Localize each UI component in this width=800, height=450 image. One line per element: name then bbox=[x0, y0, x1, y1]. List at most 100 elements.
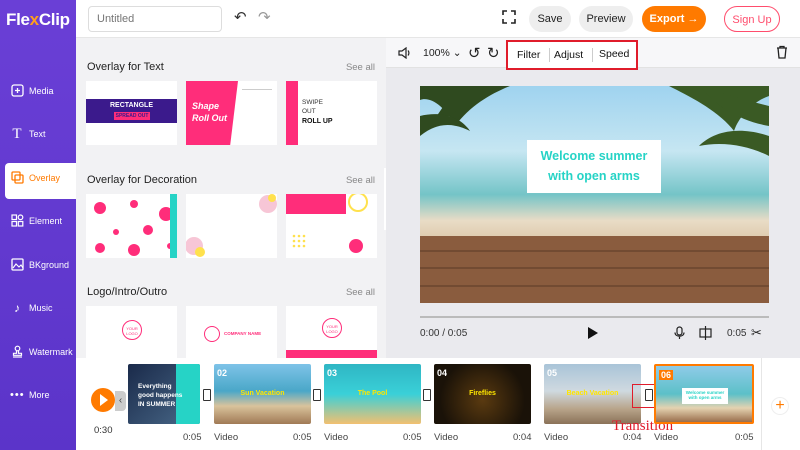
timeline-clip-6-selected[interactable]: 06 Welcome summer with open arms bbox=[654, 364, 754, 424]
trash-icon[interactable] bbox=[776, 45, 788, 62]
clip-title: The Pool bbox=[357, 390, 388, 397]
thumb-text: SPREAD OUT bbox=[114, 112, 150, 120]
sidebar-item-text[interactable]: T Text bbox=[5, 119, 76, 155]
sidebar: FlexClip Media T Text Overlay Element BK… bbox=[0, 0, 76, 450]
divider bbox=[549, 48, 550, 62]
overlay-thumb-shape-roll-out[interactable]: Shape Roll Out bbox=[186, 81, 277, 145]
clip-title: Fireflies bbox=[469, 390, 496, 397]
see-all-link[interactable]: See all bbox=[346, 287, 375, 298]
video-caption-overlay[interactable]: Welcome summer with open arms bbox=[527, 140, 661, 193]
logo-thumb-3[interactable]: YOUR LOGO bbox=[286, 306, 377, 358]
sidebar-item-label: Watermark bbox=[29, 347, 73, 357]
duration-readout: 0:05 bbox=[727, 328, 747, 339]
clip-duration: 0:05 bbox=[183, 432, 202, 443]
element-icon bbox=[10, 214, 24, 228]
time-readout: 0:00 / 0:05 bbox=[420, 328, 468, 339]
see-all-link[interactable]: See all bbox=[346, 175, 375, 186]
timeline-divider bbox=[761, 358, 762, 450]
highlight-box: Filter Adjust Speed bbox=[506, 40, 638, 70]
transition-marker[interactable] bbox=[423, 389, 431, 401]
split-screen-icon[interactable] bbox=[699, 326, 712, 343]
decoration-thumb-dots-pink[interactable] bbox=[86, 194, 177, 258]
plus-icon: + bbox=[775, 397, 785, 414]
clip-type: Video bbox=[544, 432, 569, 443]
timeline-clip-2[interactable]: 02 Sun Vacation bbox=[214, 364, 311, 424]
scissors-icon[interactable]: ✂ bbox=[751, 325, 762, 341]
add-clip-button[interactable]: + bbox=[771, 397, 789, 415]
chevron-down-icon: ⌄ bbox=[449, 47, 462, 59]
clip-type: Video bbox=[324, 432, 349, 443]
clip-duration: 0:05 bbox=[403, 432, 422, 443]
sidebar-item-music[interactable]: ♪ Music bbox=[5, 293, 76, 329]
overlay-icon bbox=[10, 171, 24, 185]
sidebar-item-overlay[interactable]: Overlay bbox=[5, 163, 76, 199]
overlay-thumb-rectangle[interactable]: RECTANGLE SPREAD OUT bbox=[86, 81, 177, 145]
tab-filter[interactable]: Filter bbox=[517, 49, 540, 61]
progress-bar[interactable] bbox=[420, 316, 769, 318]
thumb-text: Shape bbox=[192, 101, 220, 111]
timeline-time: 0:30 bbox=[94, 425, 113, 436]
rotate-right-icon[interactable]: ↻ bbox=[487, 44, 500, 62]
watermark-stamp-icon bbox=[10, 345, 24, 359]
clip-number: 04 bbox=[437, 368, 448, 378]
fullscreen-icon[interactable] bbox=[502, 10, 516, 28]
clip-number: 03 bbox=[327, 368, 338, 378]
volume-icon[interactable] bbox=[398, 46, 411, 62]
sidebar-item-media[interactable]: Media bbox=[5, 76, 76, 112]
transition-marker[interactable] bbox=[313, 389, 321, 401]
export-button[interactable]: Export → bbox=[642, 6, 706, 32]
clip-type: Video bbox=[434, 432, 459, 443]
tab-adjust[interactable]: Adjust bbox=[554, 49, 583, 61]
thumb-logo-text: YOUR LOGO bbox=[322, 318, 342, 338]
project-title-input[interactable] bbox=[88, 6, 222, 32]
sidebar-item-watermark[interactable]: Watermark bbox=[5, 337, 76, 373]
transition-marker[interactable] bbox=[645, 389, 653, 401]
logo-x: x bbox=[29, 10, 39, 29]
decoration-thumb-pink-block[interactable] bbox=[286, 194, 377, 258]
beach-scene-image bbox=[420, 86, 769, 303]
zoom-select[interactable]: 100% ⌄ bbox=[423, 47, 462, 59]
sidebar-item-bkground[interactable]: BKground bbox=[5, 250, 76, 286]
timeline-clip-1[interactable]: Everything good happens IN SUMMER bbox=[128, 364, 200, 424]
microphone-icon[interactable] bbox=[674, 326, 685, 343]
rotate-left-icon[interactable]: ↺ bbox=[468, 44, 481, 62]
video-preview[interactable]: Welcome summer with open arms bbox=[420, 86, 769, 303]
divider bbox=[592, 48, 593, 62]
save-button[interactable]: Save bbox=[529, 6, 571, 32]
clip-title: Beach Vacation bbox=[566, 390, 619, 397]
overlay-thumb-swipe-out[interactable]: SWIPE OUT ROLL UP bbox=[286, 81, 377, 145]
timeline-clip-3[interactable]: 03 The Pool bbox=[324, 364, 421, 424]
transition-marker[interactable] bbox=[203, 389, 211, 401]
background-icon bbox=[10, 258, 24, 272]
thumb-text: Roll Out bbox=[192, 113, 227, 123]
tab-speed[interactable]: Speed bbox=[599, 48, 629, 60]
timeline-clip-4[interactable]: 04 Fireflies bbox=[434, 364, 531, 424]
timeline-play-button[interactable] bbox=[91, 388, 115, 412]
preview-button[interactable]: Preview bbox=[579, 6, 633, 32]
play-icon bbox=[100, 394, 108, 406]
sign-up-button[interactable]: Sign Up bbox=[724, 6, 780, 32]
logo-thumb-1[interactable]: YOUR LOGO bbox=[86, 306, 177, 358]
thumb-text: ROLL UP bbox=[302, 118, 333, 125]
sidebar-item-label: Music bbox=[29, 303, 53, 313]
clip-number: 06 bbox=[659, 370, 674, 380]
logo-thumb-2[interactable]: COMPANY NAME bbox=[186, 306, 277, 358]
clip-number: 05 bbox=[547, 368, 558, 378]
logo-text: Fle bbox=[6, 10, 30, 29]
undo-icon[interactable]: ↶ bbox=[234, 10, 247, 26]
music-note-icon: ♪ bbox=[14, 301, 20, 315]
section-title-overlay-decoration: Overlay for Decoration bbox=[87, 174, 198, 186]
preview-area: 100% ⌄ ↺ ↻ Filter Adjust Speed Welcome s… bbox=[386, 38, 800, 358]
clip-number: 02 bbox=[217, 368, 228, 378]
timeline-scroll-left[interactable]: ‹ bbox=[115, 391, 126, 411]
redo-icon[interactable]: ↷ bbox=[258, 10, 271, 26]
see-all-link[interactable]: See all bbox=[346, 62, 375, 73]
sidebar-item-element[interactable]: Element bbox=[5, 206, 76, 242]
section-title-logo-intro-outro: Logo/Intro/Outro bbox=[87, 286, 168, 298]
timeline-clip-5[interactable]: 05 Beach Vacation bbox=[544, 364, 641, 424]
sidebar-item-more[interactable]: ••• More bbox=[5, 380, 76, 416]
decoration-thumb-circles-outline[interactable] bbox=[186, 194, 277, 258]
thumb-line bbox=[242, 89, 272, 90]
play-icon[interactable] bbox=[587, 326, 599, 343]
flexclip-logo[interactable]: FlexClip bbox=[6, 10, 70, 30]
